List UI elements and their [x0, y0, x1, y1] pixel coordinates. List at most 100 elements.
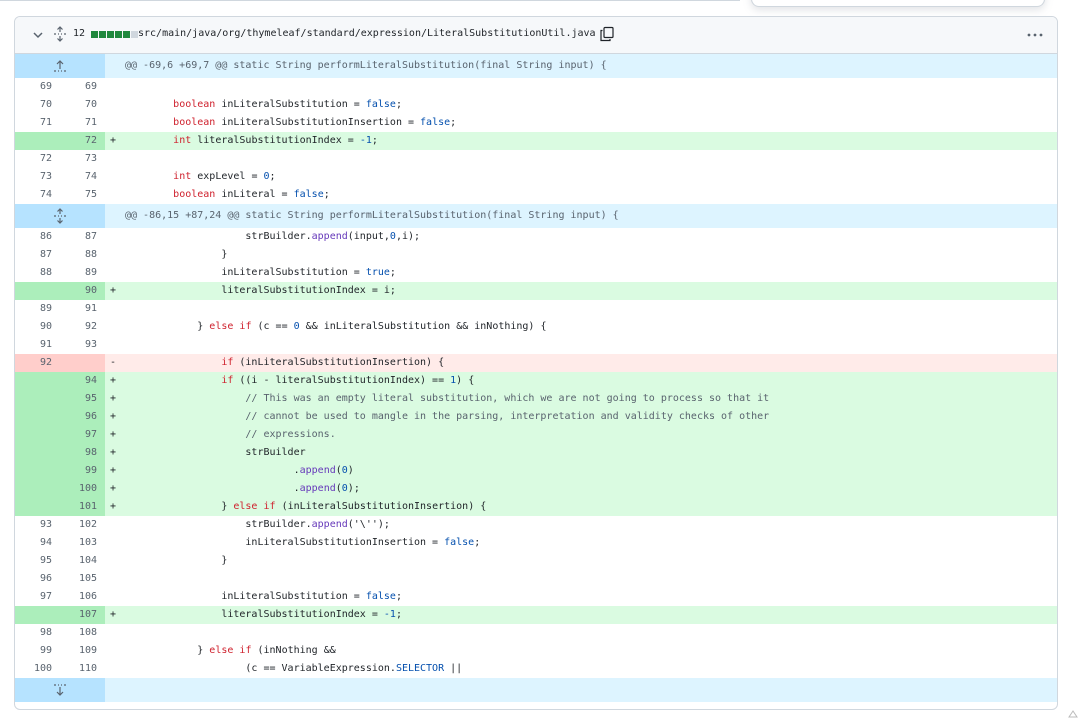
code-line: } else if (c == 0 && inLiteralSubstituti… [125, 321, 547, 332]
code-line: } else if (inLiteralSubstitutionInsertio… [125, 501, 487, 512]
old-line-number[interactable]: 71 [15, 114, 52, 132]
code-line: } [125, 249, 228, 260]
new-line-number[interactable]: 91 [60, 300, 97, 318]
new-line-number[interactable]: 75 [60, 186, 97, 204]
new-line-number[interactable]: 100 [60, 480, 97, 498]
code-line: int literalSubstitutionIndex = -1; [173, 135, 378, 146]
expand-up-icon[interactable] [53, 58, 67, 74]
old-line-number[interactable] [15, 444, 52, 462]
old-line-number[interactable] [15, 132, 52, 150]
code-line: } [125, 555, 228, 566]
diff-line: 99 + .append(0) [15, 462, 1057, 480]
old-line-number[interactable] [15, 426, 52, 444]
code-line: // cannot be used to mangle in the parsi… [125, 411, 770, 422]
old-line-number[interactable] [15, 408, 52, 426]
new-line-number[interactable]: 97 [60, 426, 97, 444]
expand-icon[interactable] [53, 208, 67, 224]
code-line: boolean inLiteral = false; [173, 189, 330, 200]
new-line-number[interactable]: 87 [60, 228, 97, 246]
old-line-number[interactable] [15, 282, 52, 300]
new-line-number[interactable]: 104 [60, 552, 97, 570]
diff-line: 96 105 [15, 570, 1057, 588]
code-line: int expLevel = 0; [173, 171, 276, 182]
new-line-number[interactable]: 74 [60, 168, 97, 186]
old-line-number[interactable]: 86 [15, 228, 52, 246]
file-path[interactable]: src/main/java/org/thymeleaf/standard/exp… [138, 28, 596, 39]
new-line-number[interactable]: 101 [60, 498, 97, 516]
new-line-number[interactable]: 103 [60, 534, 97, 552]
new-line-number[interactable]: 102 [60, 516, 97, 534]
old-line-number[interactable] [15, 480, 52, 498]
old-line-number[interactable]: 92 [15, 354, 52, 372]
old-line-number[interactable]: 96 [15, 570, 52, 588]
old-line-number[interactable]: 99 [15, 642, 52, 660]
code-line: if (inLiteralSubstitutionInsertion) { [221, 357, 445, 368]
old-line-number[interactable]: 70 [15, 96, 52, 114]
old-line-number[interactable]: 98 [15, 624, 52, 642]
expand-all-icon[interactable] [53, 26, 67, 42]
new-line-number[interactable]: 73 [60, 150, 97, 168]
new-line-number[interactable]: 92 [60, 318, 97, 336]
old-line-number[interactable] [15, 390, 52, 408]
code-line: // expressions. [125, 429, 336, 440]
old-line-number[interactable]: 100 [15, 660, 52, 678]
old-line-number[interactable]: 69 [15, 78, 52, 96]
diff-marker: + [110, 501, 117, 512]
new-line-number[interactable]: 98 [60, 444, 97, 462]
old-line-number[interactable]: 94 [15, 534, 52, 552]
diff-line: 98 108 [15, 624, 1057, 642]
new-line-number[interactable]: 69 [60, 78, 97, 96]
diff-line: 86 87 strBuilder.append(input,0,i); [15, 228, 1057, 246]
diff-line: 100 110 (c == VariableExpression.SELECTOR… [15, 660, 1057, 678]
diff-line: 94 + if ((i - literalSubstitutionIndex) =… [15, 372, 1057, 390]
new-line-number[interactable]: 89 [60, 264, 97, 282]
new-line-number[interactable]: 90 [60, 282, 97, 300]
chevron-down-icon[interactable] [32, 29, 44, 41]
copy-icon[interactable] [599, 26, 615, 42]
new-line-number[interactable]: 96 [60, 408, 97, 426]
new-line-number[interactable]: 88 [60, 246, 97, 264]
old-line-number[interactable]: 72 [15, 150, 52, 168]
diffstat-square [107, 31, 114, 38]
old-line-number[interactable]: 88 [15, 264, 52, 282]
new-line-number[interactable]: 106 [60, 588, 97, 606]
new-line-number[interactable]: 105 [60, 570, 97, 588]
new-line-number[interactable]: 93 [60, 336, 97, 354]
old-line-number[interactable]: 87 [15, 246, 52, 264]
new-line-number[interactable]: 71 [60, 114, 97, 132]
diff-line: 69 69 [15, 78, 1057, 96]
new-line-number[interactable]: 108 [60, 624, 97, 642]
old-line-number[interactable]: 93 [15, 516, 52, 534]
old-line-number[interactable] [15, 462, 52, 480]
new-line-number[interactable]: 70 [60, 96, 97, 114]
hunk-header [15, 678, 1057, 702]
old-line-number[interactable]: 95 [15, 552, 52, 570]
new-line-number[interactable]: 110 [60, 660, 97, 678]
diff-line: 95 104 } [15, 552, 1057, 570]
new-line-number[interactable]: 72 [60, 132, 97, 150]
diff-line: 107 + literalSubstitutionIndex = -1; [15, 606, 1057, 624]
old-line-number[interactable] [15, 606, 52, 624]
old-line-number[interactable]: 73 [15, 168, 52, 186]
new-line-number[interactable]: 107 [60, 606, 97, 624]
old-line-number[interactable]: 89 [15, 300, 52, 318]
new-line-number[interactable]: 95 [60, 390, 97, 408]
old-line-number[interactable]: 91 [15, 336, 52, 354]
code-line: literalSubstitutionIndex = -1; [125, 609, 402, 620]
kebab-menu-icon[interactable] [1027, 33, 1043, 37]
new-line-number[interactable]: 99 [60, 462, 97, 480]
new-line-number[interactable] [60, 354, 97, 372]
diff-line: 97 106 inLiteralSubstitution = false; [15, 588, 1057, 606]
code-line: (c == VariableExpression.SELECTOR || [125, 663, 463, 674]
new-line-number[interactable]: 94 [60, 372, 97, 390]
old-line-number[interactable] [15, 498, 52, 516]
old-line-number[interactable] [15, 372, 52, 390]
old-line-number[interactable]: 97 [15, 588, 52, 606]
new-line-number[interactable]: 109 [60, 642, 97, 660]
old-line-number[interactable]: 74 [15, 186, 52, 204]
expand-down-icon[interactable] [53, 682, 67, 698]
old-line-number[interactable]: 90 [15, 318, 52, 336]
diff-marker: + [110, 411, 117, 422]
diff-line: 70 70 boolean inLiteralSubstitution = fal… [15, 96, 1057, 114]
diff-line: 98 + strBuilder [15, 444, 1057, 462]
